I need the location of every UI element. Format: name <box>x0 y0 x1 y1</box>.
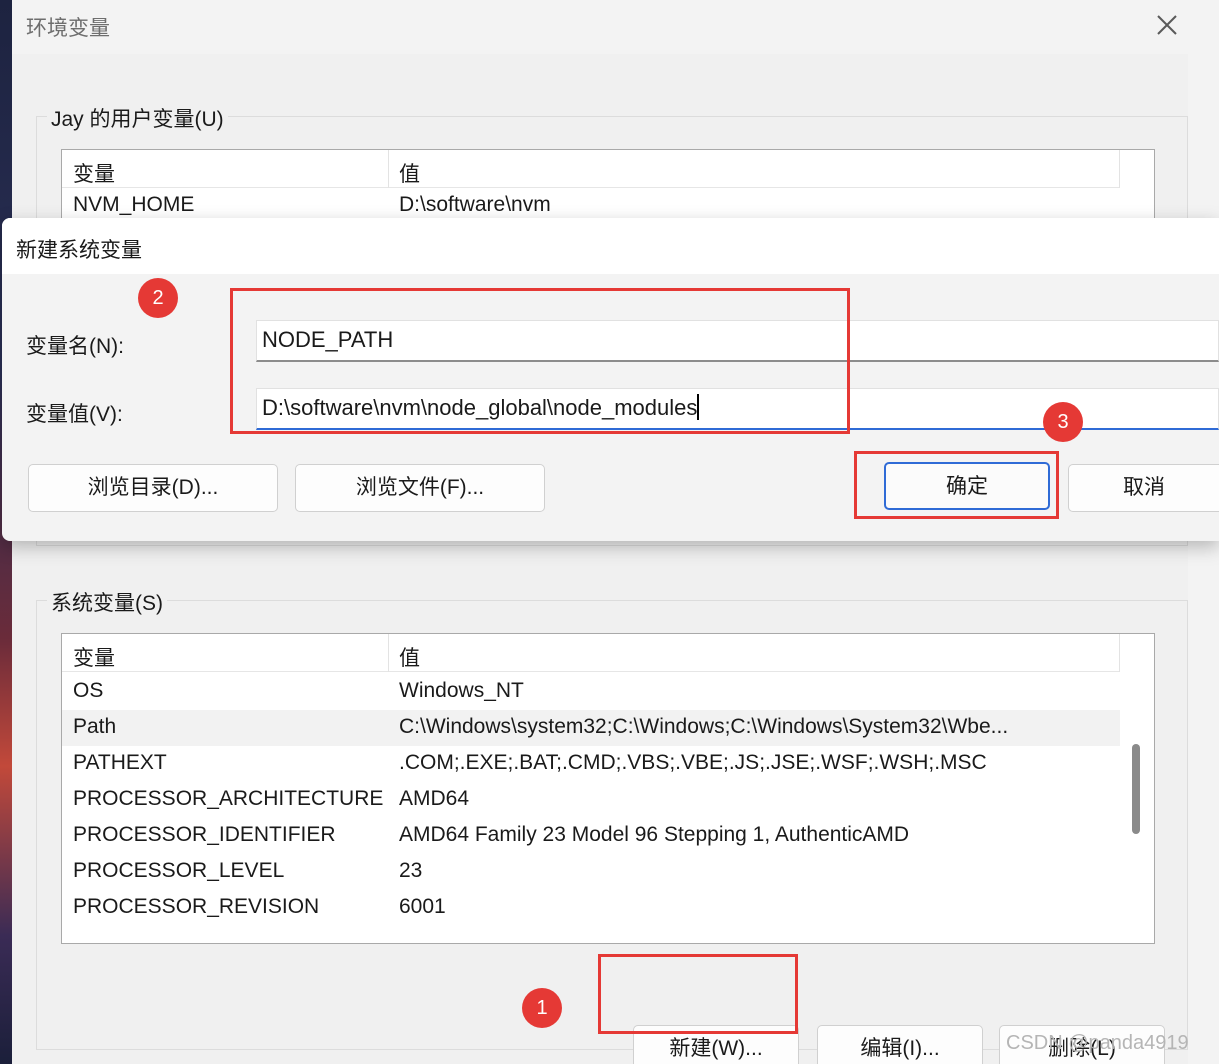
system-variables-legend: 系统变量(S) <box>47 587 167 617</box>
step-badge-2: 2 <box>138 278 178 318</box>
window-title: 环境变量 <box>26 17 110 40</box>
variable-value-label: 变量值(V): <box>26 403 123 426</box>
annotation-box-new <box>598 954 798 1034</box>
variable-name-label: 变量名(N): <box>26 335 124 358</box>
table-row[interactable]: OS Windows_NT <box>62 674 1120 710</box>
user-variables-legend: Jay 的用户变量(U) <box>47 103 228 133</box>
cancel-button[interactable]: 取消 <box>1068 464 1219 512</box>
variable-value: C:\Windows\system32;C:\Windows;C:\Window… <box>399 715 1009 738</box>
variable-name: NVM_HOME <box>73 193 195 216</box>
variable-name: PROCESSOR_IDENTIFIER <box>73 823 336 846</box>
column-separator[interactable] <box>388 150 389 188</box>
step-badge-3: 3 <box>1043 402 1083 442</box>
column-header-value[interactable]: 值 <box>399 642 420 672</box>
variable-value: 23 <box>399 859 423 882</box>
variable-name: PROCESSOR_LEVEL <box>73 859 285 882</box>
variable-name: PATHEXT <box>73 751 167 774</box>
column-separator[interactable] <box>388 634 389 672</box>
browse-file-button[interactable]: 浏览文件(F)... <box>295 464 545 512</box>
list-header: 变量 值 <box>62 150 1120 188</box>
dialog-titlebar[interactable]: 新建系统变量 <box>2 218 1219 274</box>
table-row[interactable]: PROCESSOR_IDENTIFIER AMD64 Family 23 Mod… <box>62 818 1120 854</box>
column-separator <box>1119 150 1120 188</box>
scrollbar-thumb[interactable] <box>1132 744 1140 834</box>
variable-value: Windows_NT <box>399 679 524 702</box>
watermark: CSDN @panda4919 <box>1006 1032 1189 1054</box>
annotation-box-fields <box>230 288 850 434</box>
table-row[interactable]: PATHEXT .COM;.EXE;.BAT;.CMD;.VBS;.VBE;.J… <box>62 746 1120 782</box>
column-header-variable[interactable]: 变量 <box>73 642 115 672</box>
column-header-value[interactable]: 值 <box>399 158 420 188</box>
variable-name: PROCESSOR_ARCHITECTURE <box>73 787 384 810</box>
table-row[interactable]: PROCESSOR_LEVEL 23 <box>62 854 1120 890</box>
table-row[interactable]: PROCESSOR_REVISION 6001 <box>62 890 1120 926</box>
table-row[interactable]: PROCESSOR_ARCHITECTURE AMD64 <box>62 782 1120 818</box>
variable-value: AMD64 <box>399 787 470 810</box>
column-header-variable[interactable]: 变量 <box>73 158 115 188</box>
table-row-selected[interactable]: Path C:\Windows\system32;C:\Windows;C:\W… <box>62 710 1120 746</box>
variable-value: 6001 <box>399 895 446 918</box>
edit-variable-button[interactable]: 编辑(I)... <box>817 1025 983 1064</box>
annotation-box-ok <box>854 451 1059 519</box>
variable-value: AMD64 Family 23 Model 96 Stepping 1, Aut… <box>399 823 910 846</box>
variable-name: Path <box>73 715 117 738</box>
variable-name: PROCESSOR_REVISION <box>73 895 320 918</box>
list-header: 变量 值 <box>62 634 1120 672</box>
variable-name: OS <box>73 679 104 702</box>
close-icon[interactable] <box>1152 10 1182 40</box>
window-content: Jay 的用户变量(U) 变量 值 NVM_HOME D:\software\n… <box>12 54 1188 1064</box>
column-separator <box>1119 634 1120 672</box>
variable-value: D:\software\nvm <box>399 193 551 216</box>
variable-value: .COM;.EXE;.BAT;.CMD;.VBS;.VBE;.JS;.JSE;.… <box>399 751 987 774</box>
browse-directory-button[interactable]: 浏览目录(D)... <box>28 464 278 512</box>
step-badge-1: 1 <box>522 988 562 1028</box>
dialog-title: 新建系统变量 <box>16 239 142 262</box>
system-variables-list[interactable]: 变量 值 OS Windows_NT Path C:\Windows\syste… <box>61 633 1155 944</box>
